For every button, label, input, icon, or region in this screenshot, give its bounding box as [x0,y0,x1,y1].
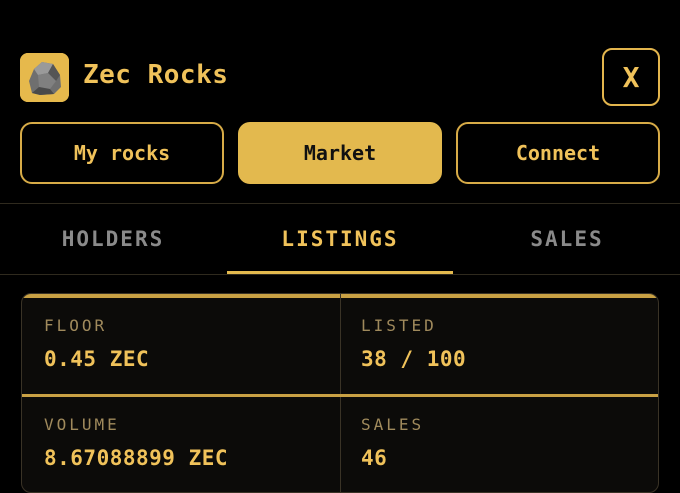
listed-stat: LISTED 38 / 100 [361,316,658,371]
close-icon: X [622,60,640,94]
tab-sales[interactable]: SALES [454,204,680,274]
header: Zec Rocks X [20,48,660,108]
floor-value: 0.45 ZEC [44,347,150,371]
connect-button[interactable]: Connect [456,122,660,184]
tab-listings[interactable]: LISTINGS [227,204,453,274]
market-tabs: HOLDERS LISTINGS SALES [0,204,680,275]
sales-stat: SALES 46 [361,415,658,470]
divider [0,274,680,275]
rock-icon [20,53,69,102]
app-root: Zec Rocks X My rocks Market Connect HOLD… [0,0,680,493]
stats-panel: FLOOR 0.45 ZEC LISTED 38 / 100 VOLUME 8.… [21,293,659,493]
main-nav: My rocks Market Connect [20,122,660,184]
floor-label: FLOOR [44,316,108,335]
sales-value: 46 [361,446,388,470]
volume-value: 8.67088899 ZEC [44,446,229,470]
floor-stat: FLOOR 0.45 ZEC [44,316,344,371]
listed-value: 38 / 100 [361,347,467,371]
listed-label: LISTED [361,316,437,335]
close-button[interactable]: X [602,48,660,106]
volume-label: VOLUME [44,415,120,434]
my-rocks-button[interactable]: My rocks [20,122,224,184]
sales-label: SALES [361,415,425,434]
volume-stat: VOLUME 8.67088899 ZEC [44,415,344,470]
stats-row-divider [22,394,658,397]
tab-holders[interactable]: HOLDERS [0,204,226,274]
app-title: Zec Rocks [83,60,229,90]
market-button[interactable]: Market [238,122,442,184]
